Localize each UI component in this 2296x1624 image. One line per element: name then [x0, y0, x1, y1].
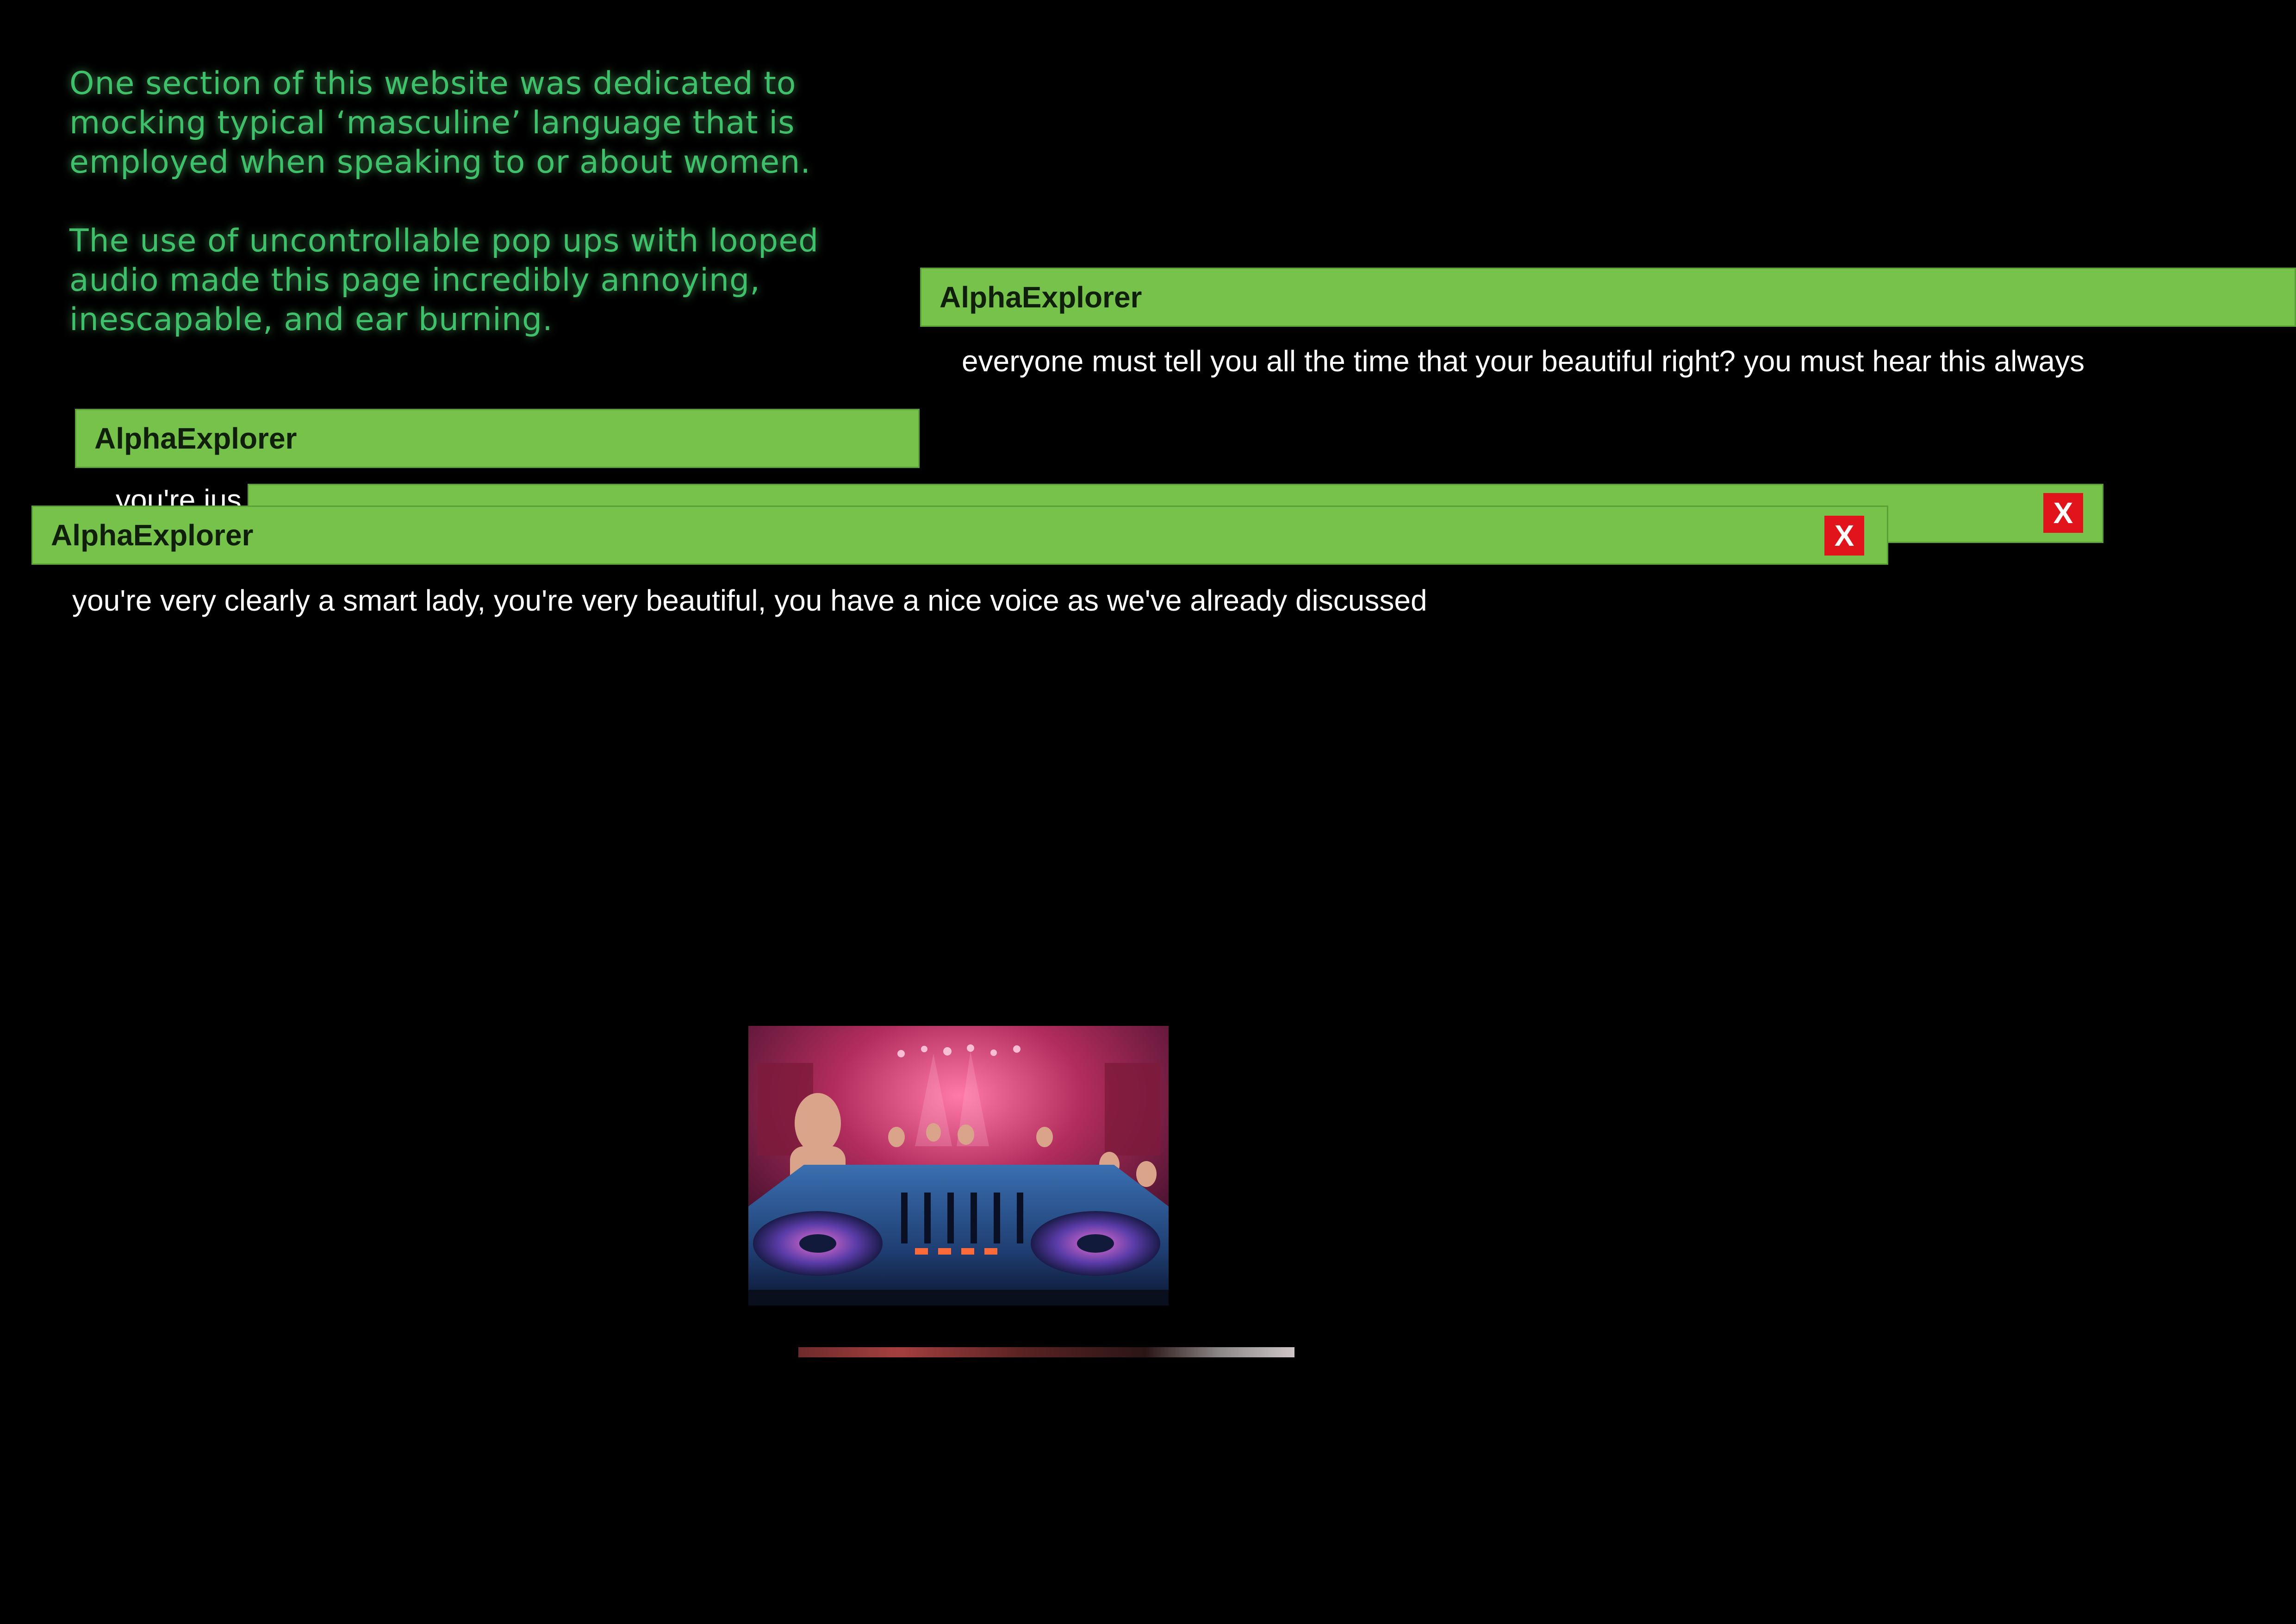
caption-paragraph-2: The use of uncontrollable pop ups with l…: [69, 223, 819, 338]
popup-title: AlphaExplorer: [940, 281, 1142, 314]
popup-window[interactable]: AlphaExplorer everyone must tell you all…: [920, 268, 2296, 406]
caption-paragraph-1: One section of this website was dedicate…: [69, 65, 811, 181]
close-button[interactable]: X: [2043, 493, 2083, 533]
popup-title: AlphaExplorer: [94, 422, 297, 455]
popup-message: everyone must tell you all the time that…: [962, 344, 2085, 378]
close-button[interactable]: X: [1824, 516, 1864, 556]
popup-title-bar[interactable]: [31, 506, 1888, 565]
popup-window[interactable]: AlphaExplorer X you're very clearly a sm…: [31, 506, 1888, 644]
popup-message: you're very clearly a smart lady, you're…: [72, 584, 1427, 617]
dj-mixer-image: [748, 1026, 1169, 1305]
popup-title: AlphaExplorer: [51, 518, 254, 552]
caption-text: One section of this website was dedicate…: [69, 64, 902, 339]
partial-image-strip: [798, 1347, 1294, 1357]
